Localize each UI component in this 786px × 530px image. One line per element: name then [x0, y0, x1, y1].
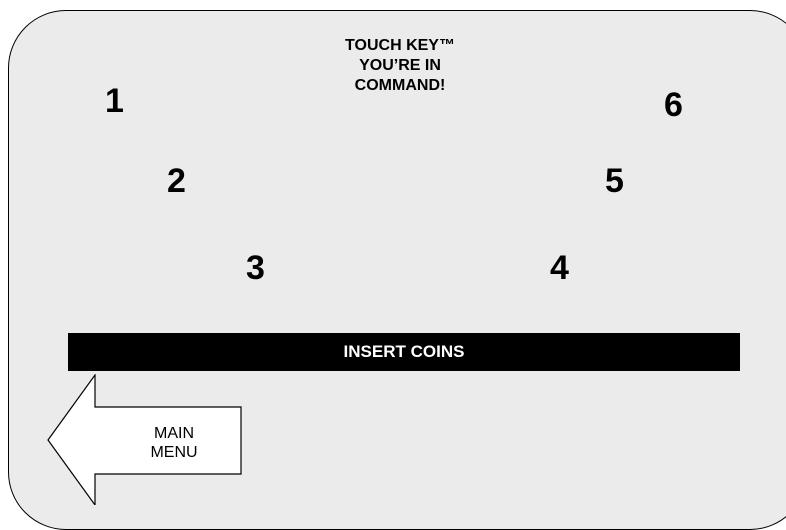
main-menu-button[interactable]: MAIN MENU	[47, 374, 247, 505]
title-line-2: YOU’RE IN	[359, 57, 441, 74]
page-title: TOUCH KEY™ YOU’RE IN COMMAND!	[300, 36, 500, 96]
key-2[interactable]: 2	[167, 164, 186, 198]
key-1[interactable]: 1	[105, 84, 124, 118]
main-menu-label-line-1: MAIN	[154, 425, 194, 442]
insert-coins-banner: INSERT COINS	[68, 333, 740, 371]
title-line-3: COMMAND!	[354, 77, 446, 94]
key-6[interactable]: 6	[664, 88, 683, 122]
key-4[interactable]: 4	[550, 251, 569, 285]
key-5[interactable]: 5	[605, 164, 624, 198]
main-menu-label: MAIN MENU	[141, 424, 207, 462]
title-line-1: TOUCH KEY™	[345, 37, 455, 54]
main-menu-label-line-2: MENU	[150, 444, 198, 461]
key-3[interactable]: 3	[246, 251, 265, 285]
